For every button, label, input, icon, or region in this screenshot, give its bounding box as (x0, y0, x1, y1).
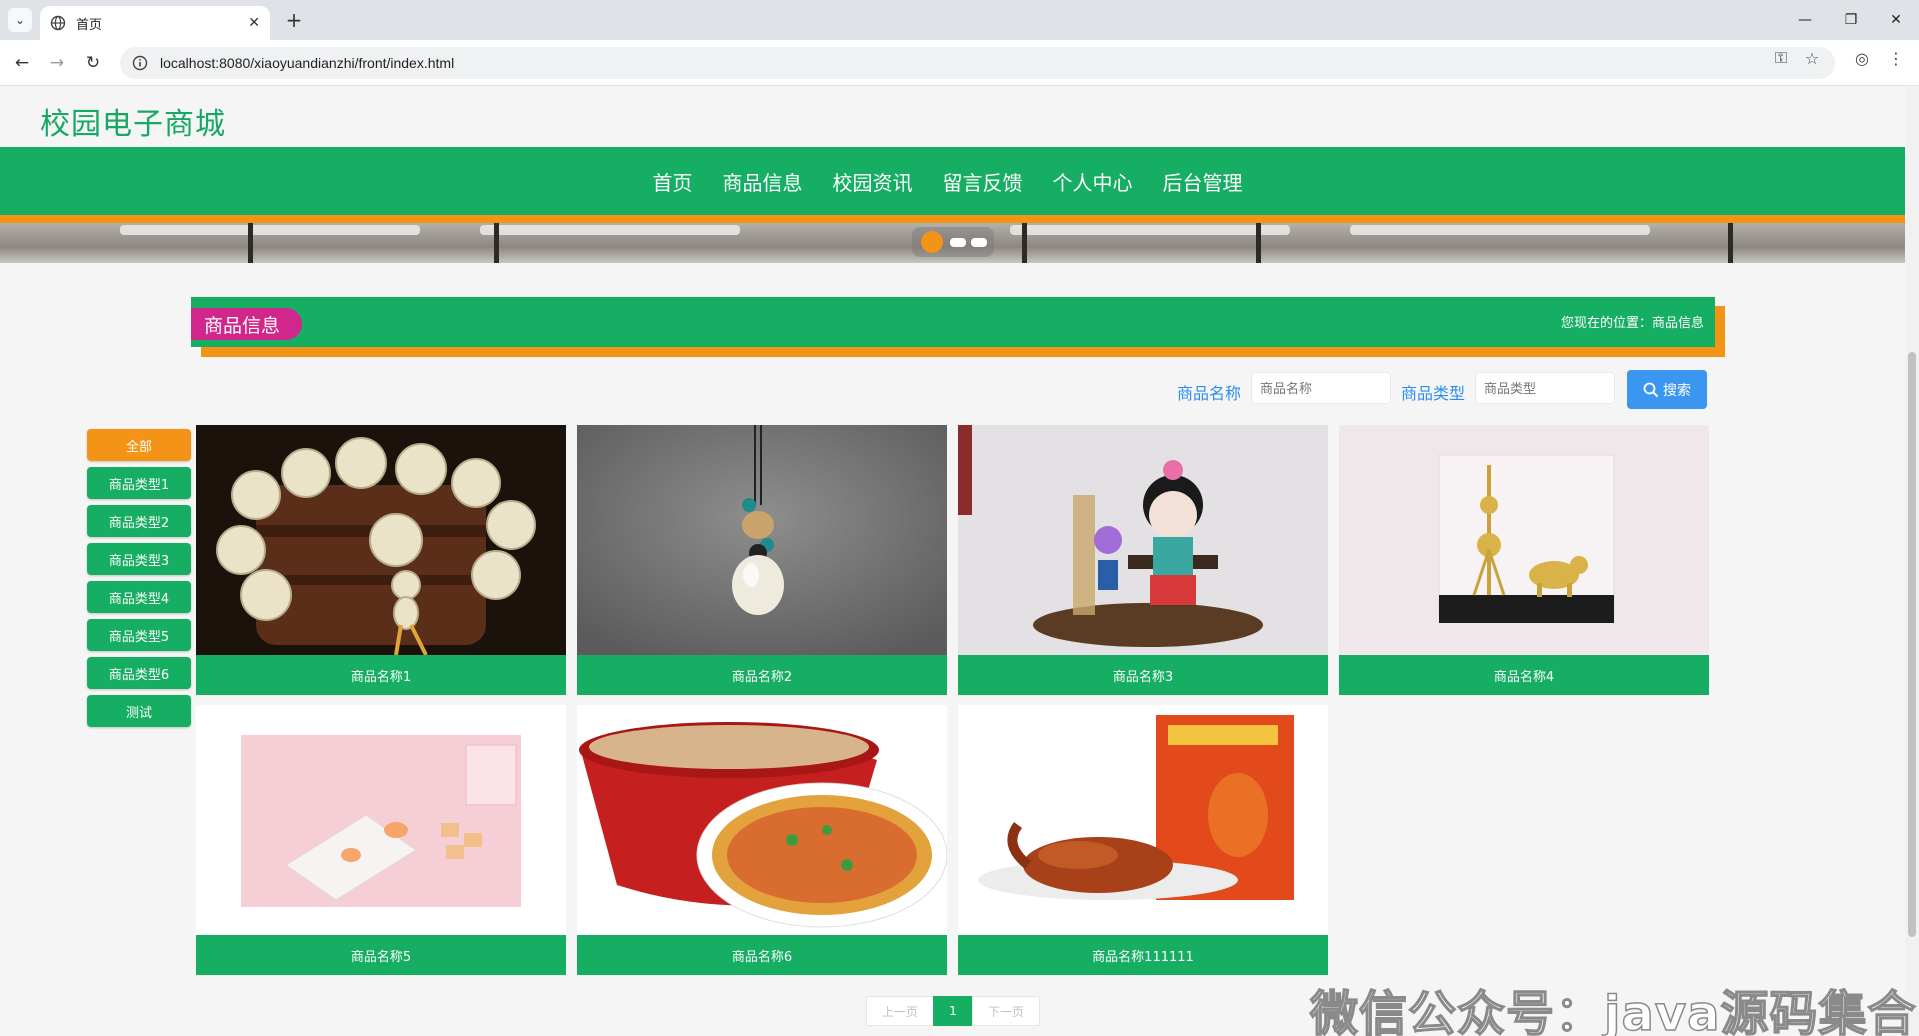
product-name[interactable]: 商品名称111111 (958, 935, 1328, 975)
product-image-doll-figurine[interactable] (958, 425, 1328, 655)
product-name[interactable]: 商品名称4 (1339, 655, 1709, 695)
category-item[interactable]: 商品类型1 (87, 467, 191, 499)
search-icon (1643, 382, 1659, 397)
address-bar[interactable]: localhost:8080/xiaoyuandianzhi/front/ind… (120, 47, 1835, 79)
product-name-input[interactable] (1251, 372, 1391, 404)
reload-icon[interactable]: ↻ (81, 51, 105, 75)
product-name[interactable]: 商品名称5 (196, 935, 566, 975)
product-image-roast-duck[interactable] (958, 705, 1328, 935)
search-button-label: 搜索 (1663, 382, 1691, 399)
carousel-dot-active[interactable] (921, 231, 943, 253)
minimize-icon[interactable]: — (1782, 0, 1828, 40)
bookmark-star-icon[interactable]: ☆ (1800, 46, 1824, 70)
forward-arrow-icon[interactable]: → (45, 51, 69, 75)
category-item[interactable]: 商品类型3 (87, 543, 191, 575)
product-name[interactable]: 商品名称6 (577, 935, 947, 975)
category-item[interactable]: 商品类型4 (87, 581, 191, 613)
product-card[interactable]: 商品名称6 (577, 705, 947, 975)
browser-tab-bar: ⌄ 首页 ✕ + — ❐ ✕ (0, 0, 1919, 40)
product-card[interactable]: 商品名称4 (1339, 425, 1709, 695)
carousel-dot[interactable] (971, 238, 987, 247)
product-name[interactable]: 商品名称3 (958, 655, 1328, 695)
tab-title: 首页 (76, 17, 103, 33)
product-image-gourd-pendant[interactable] (577, 425, 947, 655)
nav-accent-bar (0, 215, 1905, 223)
page-content: 校园电子商城 首页 商品信息 校园资讯 留言反馈 个人中心 后台管理 商品信息 … (0, 87, 1905, 1036)
search-button[interactable]: 搜索 (1627, 370, 1707, 409)
product-image-candy-dish[interactable] (196, 705, 566, 935)
nav-admin[interactable]: 后台管理 (1163, 167, 1243, 196)
tab-list-chevron-icon[interactable]: ⌄ (8, 8, 32, 32)
carousel-dot[interactable] (950, 238, 966, 247)
product-name[interactable]: 商品名称1 (196, 655, 566, 695)
browser-tab[interactable]: 首页 ✕ (40, 6, 270, 40)
breadcrumb: 您现在的位置：商品信息 (1560, 316, 1704, 331)
nav-feedback[interactable]: 留言反馈 (943, 167, 1023, 196)
section-header (191, 297, 1715, 347)
section-title: 商品信息 (191, 308, 303, 340)
url-text: localhost:8080/xiaoyuandianzhi/front/ind… (160, 55, 455, 71)
restore-icon[interactable]: ❐ (1828, 0, 1874, 40)
main-nav: 首页 商品信息 校园资讯 留言反馈 个人中心 后台管理 (0, 147, 1905, 215)
back-arrow-icon[interactable]: ← (10, 51, 34, 75)
category-list: 全部 商品类型1 商品类型2 商品类型3 商品类型4 商品类型5 商品类型6 测… (87, 429, 191, 733)
next-page-button[interactable]: 下一页 (972, 996, 1040, 1026)
password-key-icon[interactable]: ⚿ (1769, 46, 1793, 70)
page-number-current[interactable]: 1 (933, 996, 973, 1026)
product-card[interactable]: 商品名称5 (196, 705, 566, 975)
category-all[interactable]: 全部 (87, 429, 191, 461)
search-bar: 商品名称 商品类型 搜索 (0, 370, 1905, 410)
product-card[interactable]: 商品名称1 (196, 425, 566, 695)
product-card[interactable]: 商品名称111111 (958, 705, 1328, 975)
menu-kebab-icon[interactable]: ⋮ (1884, 46, 1908, 70)
scrollbar-thumb[interactable] (1908, 352, 1916, 937)
product-card[interactable]: 商品名称2 (577, 425, 947, 695)
nav-home[interactable]: 首页 (653, 167, 693, 196)
banner-carousel (0, 223, 1905, 263)
nav-products[interactable]: 商品信息 (723, 167, 803, 196)
watermark-text: 微信公众号：java源码集合 (1309, 985, 1917, 1036)
window-close-icon[interactable]: ✕ (1873, 0, 1919, 40)
product-image-tower-model[interactable] (1339, 425, 1709, 655)
page-scrollbar[interactable] (1905, 87, 1919, 1036)
category-item[interactable]: 商品类型2 (87, 505, 191, 537)
product-type-label: 商品类型 (1401, 384, 1466, 403)
site-brand[interactable]: 校园电子商城 (40, 99, 226, 143)
profile-icon[interactable]: ◎ (1850, 46, 1874, 70)
product-name-label: 商品名称 (1177, 384, 1242, 403)
product-type-input[interactable] (1475, 372, 1615, 404)
globe-icon (50, 15, 66, 31)
product-image-instant-noodles[interactable] (577, 705, 947, 935)
nav-user-center[interactable]: 个人中心 (1053, 167, 1133, 196)
category-item[interactable]: 商品类型5 (87, 619, 191, 651)
new-tab-plus-icon[interactable]: + (282, 8, 306, 32)
site-info-icon[interactable] (132, 55, 148, 71)
category-item[interactable]: 测试 (87, 695, 191, 727)
category-item[interactable]: 商品类型6 (87, 657, 191, 689)
close-tab-icon[interactable]: ✕ (248, 15, 260, 31)
product-card[interactable]: 商品名称3 (958, 425, 1328, 695)
nav-campus-news[interactable]: 校园资讯 (833, 167, 913, 196)
browser-toolbar: ← → ↻ localhost:8080/xiaoyuandianzhi/fro… (0, 40, 1919, 86)
product-image-bead-bracelet[interactable] (196, 425, 566, 655)
prev-page-button[interactable]: 上一页 (866, 996, 934, 1026)
product-name[interactable]: 商品名称2 (577, 655, 947, 695)
